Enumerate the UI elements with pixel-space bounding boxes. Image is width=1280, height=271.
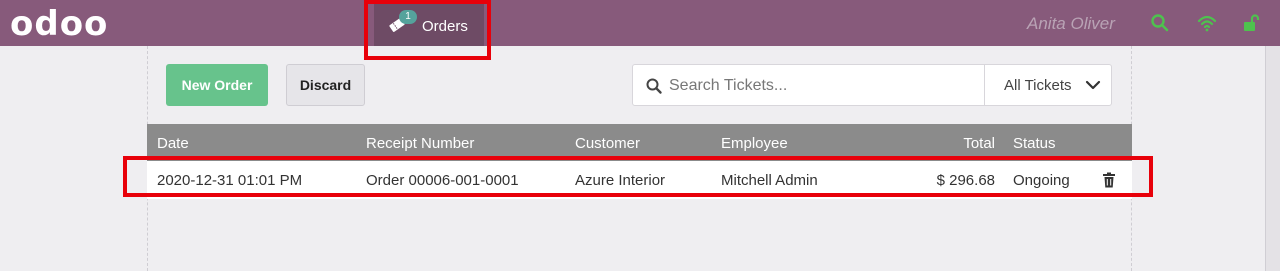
column-header-employee[interactable]: Employee <box>721 135 788 152</box>
new-order-button[interactable]: New Order <box>166 64 268 106</box>
user-name[interactable]: Anita Oliver <box>1027 14 1115 34</box>
chevron-down-icon <box>1085 80 1101 90</box>
search-icon <box>646 78 662 94</box>
unlock-icon[interactable] <box>1241 13 1261 33</box>
odoo-logo: odoo <box>10 4 109 44</box>
scrollbar[interactable] <box>1265 46 1280 271</box>
column-header-status[interactable]: Status <box>1013 135 1056 152</box>
column-header-customer[interactable]: Customer <box>575 135 640 152</box>
column-header-total[interactable]: Total <box>963 135 995 152</box>
wifi-icon[interactable] <box>1197 13 1217 33</box>
top-bar: odoo 1 Orders Anita Oliver <box>0 0 1280 46</box>
column-header-date[interactable]: Date <box>157 135 189 152</box>
highlight-box-order-row <box>123 156 1153 197</box>
search-bar: All Tickets <box>632 64 1112 106</box>
discard-button[interactable]: Discard <box>286 64 365 106</box>
ticket-filter-select[interactable]: All Tickets <box>984 65 1112 105</box>
search-icon[interactable] <box>1150 13 1170 33</box>
ticket-filter-value: All Tickets <box>1004 77 1072 94</box>
column-header-receipt-number[interactable]: Receipt Number <box>366 135 474 152</box>
search-tickets-input[interactable] <box>669 73 969 99</box>
